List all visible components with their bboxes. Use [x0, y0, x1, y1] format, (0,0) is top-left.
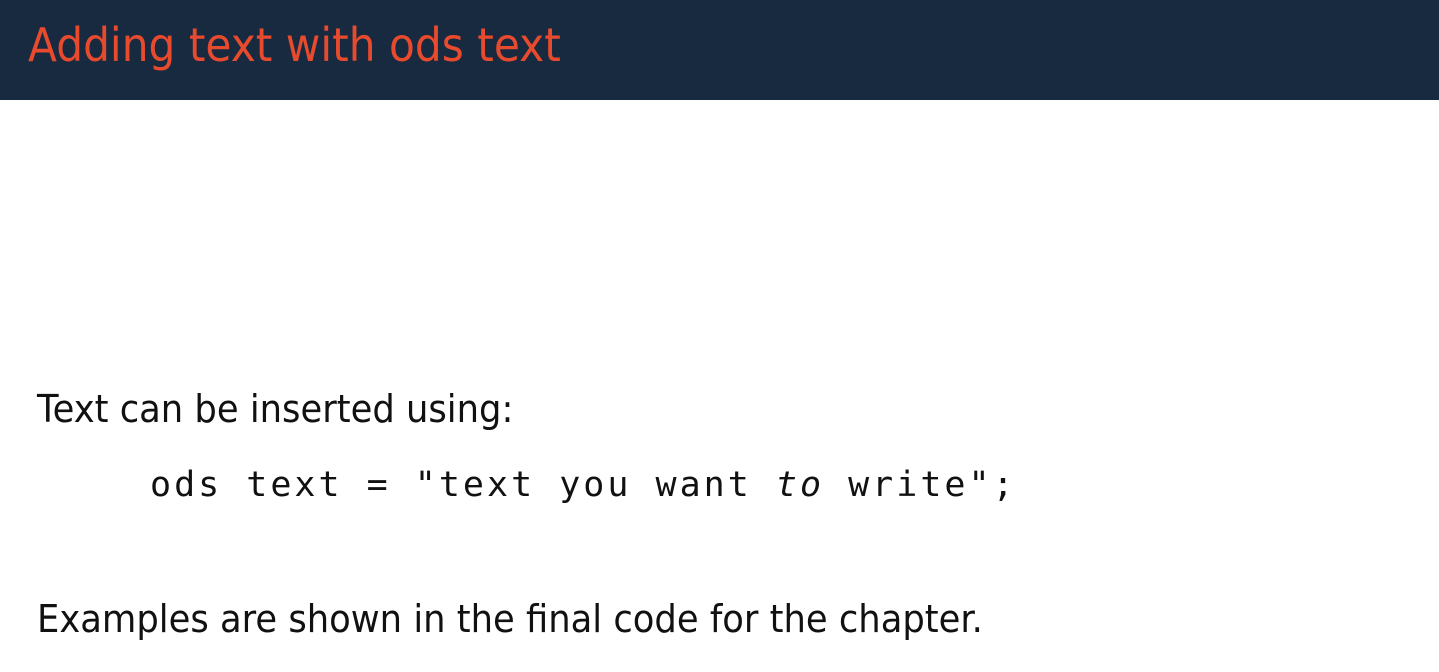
code-part-before-keyword: ods text = "text you want — [150, 465, 776, 505]
code-example: ods text = "text you want to write"; — [150, 468, 1017, 503]
outro-text: Examples are shown in the final code for… — [37, 597, 983, 641]
slide-title: Adding text with ods text — [28, 18, 561, 72]
intro-text: Text can be inserted using: — [37, 387, 514, 431]
code-keyword: to — [775, 465, 825, 505]
code-part-after-keyword: write"; — [824, 465, 1017, 505]
slide-header: Adding text with ods text — [0, 0, 1439, 100]
